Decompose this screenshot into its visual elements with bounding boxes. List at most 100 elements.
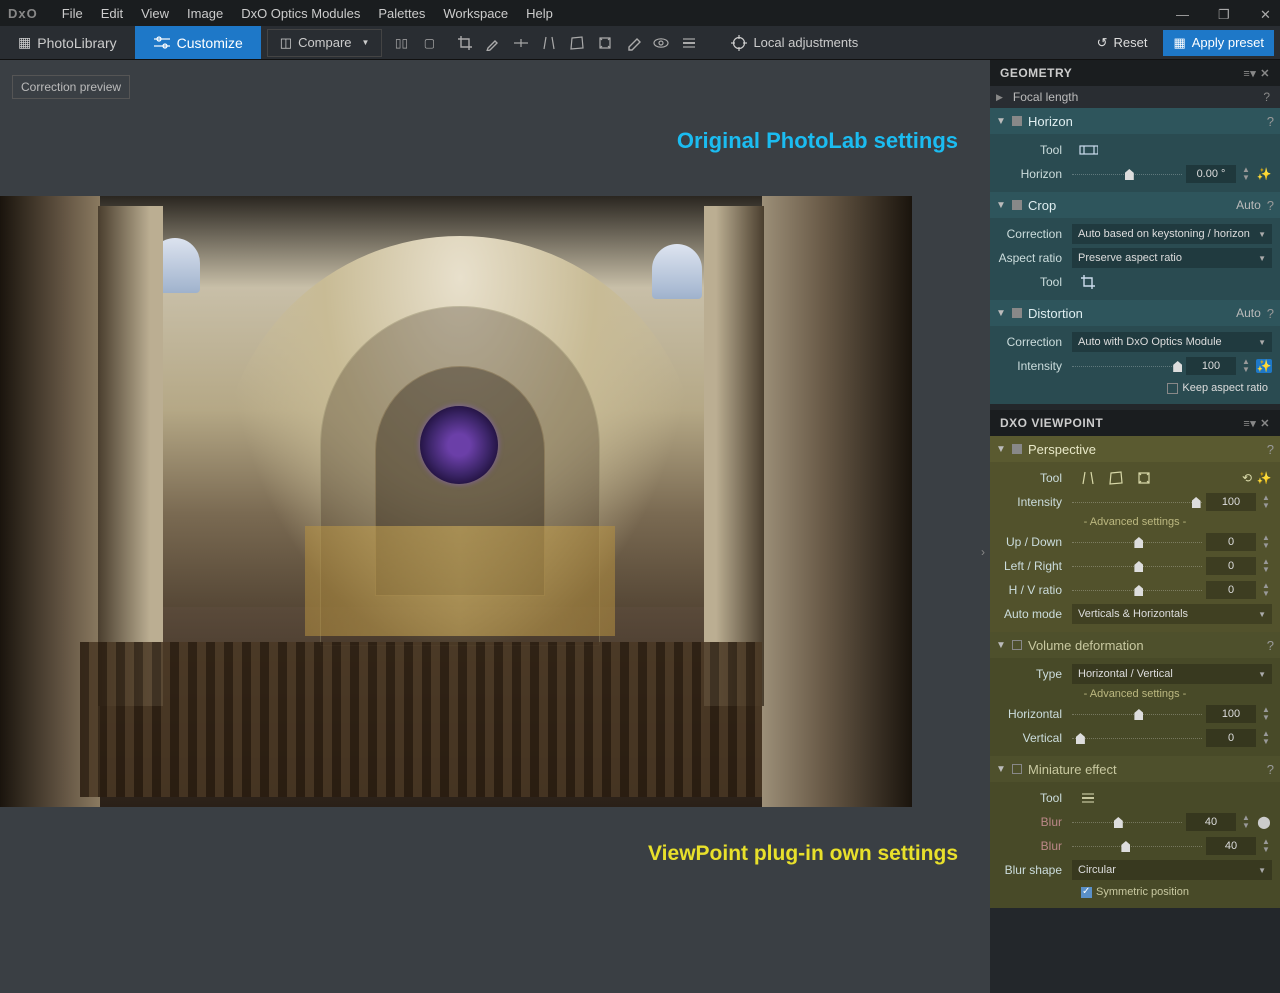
distortion-intensity-slider[interactable]: [1072, 358, 1182, 374]
tab-customize[interactable]: Customize: [135, 26, 261, 59]
blur-link-icon[interactable]: ⬤: [1256, 815, 1272, 829]
perspective-vert-icon[interactable]: [540, 34, 558, 52]
help-icon[interactable]: ?: [1267, 762, 1274, 777]
horizon-wand-icon[interactable]: ✨: [1256, 167, 1272, 181]
miniature-tool-icon[interactable]: [1078, 789, 1098, 807]
crop-tool-icon[interactable]: [1078, 273, 1098, 291]
blur2-value[interactable]: 40: [1206, 837, 1256, 855]
blur1-slider[interactable]: [1072, 814, 1182, 830]
perspective-8pt-icon[interactable]: [1134, 469, 1154, 487]
distortion-intensity-value[interactable]: 100: [1186, 357, 1236, 375]
crop-correction-dropdown[interactable]: Auto based on keystoning / horizon: [1072, 224, 1272, 244]
crop-enable-checkbox[interactable]: [1012, 200, 1022, 210]
menu-help[interactable]: Help: [526, 6, 553, 21]
horizon-header[interactable]: ▼ Horizon ?: [990, 108, 1280, 134]
blur-shape-dropdown[interactable]: Circular: [1072, 860, 1272, 880]
automode-dropdown[interactable]: Verticals & Horizontals: [1072, 604, 1272, 624]
focal-length-header[interactable]: ▶ Focal length ?: [990, 86, 1280, 108]
horizon-value[interactable]: 0.00 °: [1186, 165, 1236, 183]
horizon-tool-icon[interactable]: [512, 34, 530, 52]
reset-button[interactable]: ↺ Reset: [1087, 30, 1158, 56]
symmetric-checkbox[interactable]: [1081, 887, 1092, 898]
help-icon[interactable]: ?: [1267, 114, 1274, 129]
maximize-icon[interactable]: ❐: [1218, 7, 1230, 19]
crop-auto-label[interactable]: Auto: [1236, 198, 1261, 212]
leftright-value[interactable]: 0: [1206, 557, 1256, 575]
blur2-slider[interactable]: [1072, 838, 1202, 854]
menu-edit[interactable]: Edit: [101, 6, 123, 21]
crop-header[interactable]: ▼ Crop Auto ?: [990, 192, 1280, 218]
stepper-icon[interactable]: ▲▼: [1260, 838, 1272, 854]
volume-horiz-value[interactable]: 100: [1206, 705, 1256, 723]
distortion-header[interactable]: ▼ Distortion Auto ?: [990, 300, 1280, 326]
help-icon[interactable]: ?: [1263, 90, 1270, 104]
local-adjustments-button[interactable]: Local adjustments: [718, 29, 871, 57]
eye-icon[interactable]: [652, 34, 670, 52]
viewpoint-palette-header[interactable]: DXO VIEWPOINT ≡▾ ✕: [990, 410, 1280, 436]
stepper-icon[interactable]: ▲▼: [1240, 166, 1252, 182]
apply-preset-button[interactable]: ▦ Apply preset: [1163, 30, 1274, 56]
distortion-wand-icon[interactable]: ✨: [1256, 359, 1272, 373]
view-split-icon[interactable]: ▢: [420, 34, 438, 52]
crop-tool-icon[interactable]: [456, 34, 474, 52]
stepper-icon[interactable]: ▲▼: [1260, 730, 1272, 746]
perspective-rect-icon[interactable]: [568, 34, 586, 52]
help-icon[interactable]: ?: [1267, 638, 1274, 653]
perspective-rect-icon[interactable]: [1106, 469, 1126, 487]
help-icon[interactable]: ?: [1267, 306, 1274, 321]
distortion-enable-checkbox[interactable]: [1012, 308, 1022, 318]
crop-aspect-dropdown[interactable]: Preserve aspect ratio: [1072, 248, 1272, 268]
updown-slider[interactable]: [1072, 534, 1202, 550]
volume-horiz-slider[interactable]: [1072, 706, 1202, 722]
perspective-header[interactable]: ▼ Perspective ?: [990, 436, 1280, 462]
menu-workspace[interactable]: Workspace: [443, 6, 508, 21]
perspective-enable-checkbox[interactable]: [1012, 444, 1022, 454]
keep-aspect-checkbox[interactable]: [1167, 383, 1178, 394]
view-single-icon[interactable]: ▯▯: [392, 34, 410, 52]
leftright-slider[interactable]: [1072, 558, 1202, 574]
menu-file[interactable]: File: [62, 6, 83, 21]
tab-photolibrary[interactable]: ▦ PhotoLibrary: [0, 26, 135, 59]
eraser-icon[interactable]: [624, 34, 642, 52]
volume-vert-value[interactable]: 0: [1206, 729, 1256, 747]
palette-menu-icon[interactable]: ≡▾: [1243, 417, 1256, 430]
volume-enable-checkbox[interactable]: [1012, 640, 1022, 650]
miniature-icon[interactable]: [680, 34, 698, 52]
hv-value[interactable]: 0: [1206, 581, 1256, 599]
perspective-verticals-icon[interactable]: [1078, 469, 1098, 487]
updown-value[interactable]: 0: [1206, 533, 1256, 551]
perspective-intensity-slider[interactable]: [1072, 494, 1202, 510]
horizon-slider[interactable]: [1072, 166, 1182, 182]
menu-view[interactable]: View: [141, 6, 169, 21]
blur1-value[interactable]: 40: [1186, 813, 1236, 831]
stepper-icon[interactable]: ▲▼: [1240, 358, 1252, 374]
minimize-icon[interactable]: —: [1176, 7, 1188, 19]
compare-button[interactable]: ◫ Compare ▼: [267, 29, 383, 57]
correction-preview-button[interactable]: Correction preview: [12, 75, 130, 99]
panel-expand-handle[interactable]: ›: [977, 527, 989, 577]
volume-vert-slider[interactable]: [1072, 730, 1202, 746]
picker-icon[interactable]: [484, 34, 502, 52]
perspective-reset-icon[interactable]: ⟲: [1242, 471, 1252, 485]
stepper-icon[interactable]: ▲▼: [1260, 534, 1272, 550]
perspective-wand-icon[interactable]: ✨: [1256, 471, 1272, 485]
menu-palettes[interactable]: Palettes: [378, 6, 425, 21]
geometry-palette-header[interactable]: GEOMETRY ≡▾ ✕: [990, 60, 1280, 86]
stepper-icon[interactable]: ▲▼: [1260, 706, 1272, 722]
stepper-icon[interactable]: ▲▼: [1240, 814, 1252, 830]
volume-header[interactable]: ▼ Volume deformation ?: [990, 632, 1280, 658]
palette-close-icon[interactable]: ✕: [1260, 67, 1270, 80]
palette-close-icon[interactable]: ✕: [1260, 417, 1270, 430]
horizon-tool-icon[interactable]: [1078, 141, 1098, 159]
stepper-icon[interactable]: ▲▼: [1260, 494, 1272, 510]
close-icon[interactable]: ✕: [1260, 7, 1272, 19]
perspective-8pt-icon[interactable]: [596, 34, 614, 52]
stepper-icon[interactable]: ▲▼: [1260, 558, 1272, 574]
perspective-intensity-value[interactable]: 100: [1206, 493, 1256, 511]
palette-menu-icon[interactable]: ≡▾: [1243, 67, 1256, 80]
distortion-auto-label[interactable]: Auto: [1236, 306, 1261, 320]
miniature-header[interactable]: ▼ Miniature effect ?: [990, 756, 1280, 782]
menu-image[interactable]: Image: [187, 6, 223, 21]
stepper-icon[interactable]: ▲▼: [1260, 582, 1272, 598]
horizon-enable-checkbox[interactable]: [1012, 116, 1022, 126]
